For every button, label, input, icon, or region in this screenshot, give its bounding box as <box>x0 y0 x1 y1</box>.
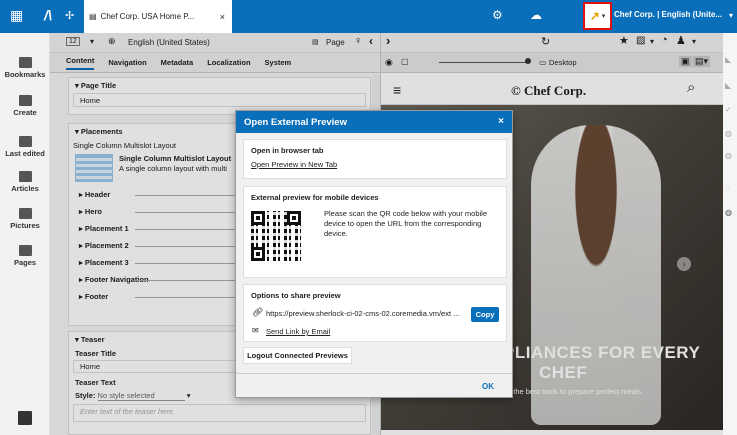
share-url[interactable]: https://preview.sherlock-ci-02-cms-02.co… <box>266 309 466 318</box>
chevron-down-icon[interactable]: ▾ <box>729 11 733 20</box>
dialog-close-icon[interactable]: × <box>498 116 504 127</box>
close-tab-icon[interactable]: × <box>220 12 225 22</box>
open-preview-link[interactable]: Open Preview in New Tab <box>251 160 337 169</box>
strip-icon-1[interactable]: ◣ <box>725 55 731 64</box>
articles-icon <box>18 171 32 182</box>
top-bar: ▦ /\ ✢ ▤ Chef Corp. USA Home P... × ⚙ ☁ … <box>0 0 737 33</box>
workflow-icon[interactable]: ⚙ <box>492 8 503 22</box>
page-doc-icon: ▤ <box>89 12 97 21</box>
app-logo-icon: /\ <box>44 7 52 23</box>
dialog-header: Open External Preview × <box>236 111 512 133</box>
cloud-upload-icon[interactable]: ☁ <box>530 8 542 22</box>
external-preview-dialog: Open External Preview × Open in browser … <box>235 110 513 398</box>
browser-tab-title: Open in browser tab <box>251 146 324 155</box>
grid-menu-icon[interactable]: ▦ <box>10 7 23 24</box>
check-icon[interactable]: ✓ <box>725 105 732 114</box>
left-navigation: Bookmarks Create Last edited Articles Pi… <box>0 33 50 435</box>
ok-button[interactable]: OK <box>482 382 494 391</box>
pages-icon <box>18 245 32 256</box>
last-edited-icon <box>18 136 32 147</box>
nav-pictures[interactable]: Pictures <box>0 208 50 230</box>
nav-articles[interactable]: Articles <box>0 171 50 193</box>
dialog-title: Open External Preview <box>244 117 347 128</box>
nav-bookmarks[interactable]: Bookmarks <box>0 57 50 79</box>
dialog-footer: OK <box>236 373 512 397</box>
globe-side-icon-3[interactable]: ◍ <box>725 208 732 217</box>
link-icon: 🔗︎ <box>252 307 264 317</box>
external-link-icon: ↗ <box>589 9 600 23</box>
document-tab-title: Chef Corp. USA Home P... <box>100 12 195 21</box>
strip-icon-2[interactable]: ◣ <box>725 81 731 90</box>
right-side-strip: ◣ ◣ ✓ ◍ ◍ ◌ ◍ <box>723 33 737 435</box>
logout-previews-button[interactable]: Logout Connected Previews <box>243 347 352 364</box>
send-email-link[interactable]: Send Link by Email <box>266 327 330 336</box>
email-icon: ✉ <box>252 326 259 335</box>
share-title: Options to share preview <box>251 291 341 300</box>
nav-pages[interactable]: Pages <box>0 245 50 267</box>
nav-last-edited[interactable]: Last edited <box>0 136 50 158</box>
document-tab[interactable]: ▤ Chef Corp. USA Home P... × <box>84 0 232 33</box>
pictures-icon <box>18 208 32 219</box>
browser-tab-card: Open in browser tab Open Preview in New … <box>243 139 507 179</box>
create-icon <box>18 95 32 106</box>
target-icon[interactable]: ✢ <box>65 9 74 22</box>
mobile-instructions: Please scan the QR code below with your … <box>324 209 488 238</box>
qr-code <box>251 211 301 261</box>
copy-button[interactable]: Copy <box>471 307 499 322</box>
globe-side-icon-2[interactable]: ◍ <box>725 151 732 160</box>
apps-icon <box>18 411 32 425</box>
mobile-title: External preview for mobile devices <box>251 193 379 202</box>
nav-create[interactable]: Create <box>0 95 50 117</box>
mobile-preview-card: External preview for mobile devices Plea… <box>243 186 507 278</box>
external-preview-button[interactable]: ↗ ▾ <box>583 2 612 30</box>
share-preview-card: Options to share preview 🔗︎ https://prev… <box>243 284 507 342</box>
sync-icon[interactable]: ◌ <box>725 183 730 192</box>
globe-side-icon[interactable]: ◍ <box>725 129 732 138</box>
nav-apps[interactable] <box>0 411 50 427</box>
external-preview-dropdown-icon: ▾ <box>601 13 606 20</box>
bookmarks-icon <box>18 57 32 68</box>
